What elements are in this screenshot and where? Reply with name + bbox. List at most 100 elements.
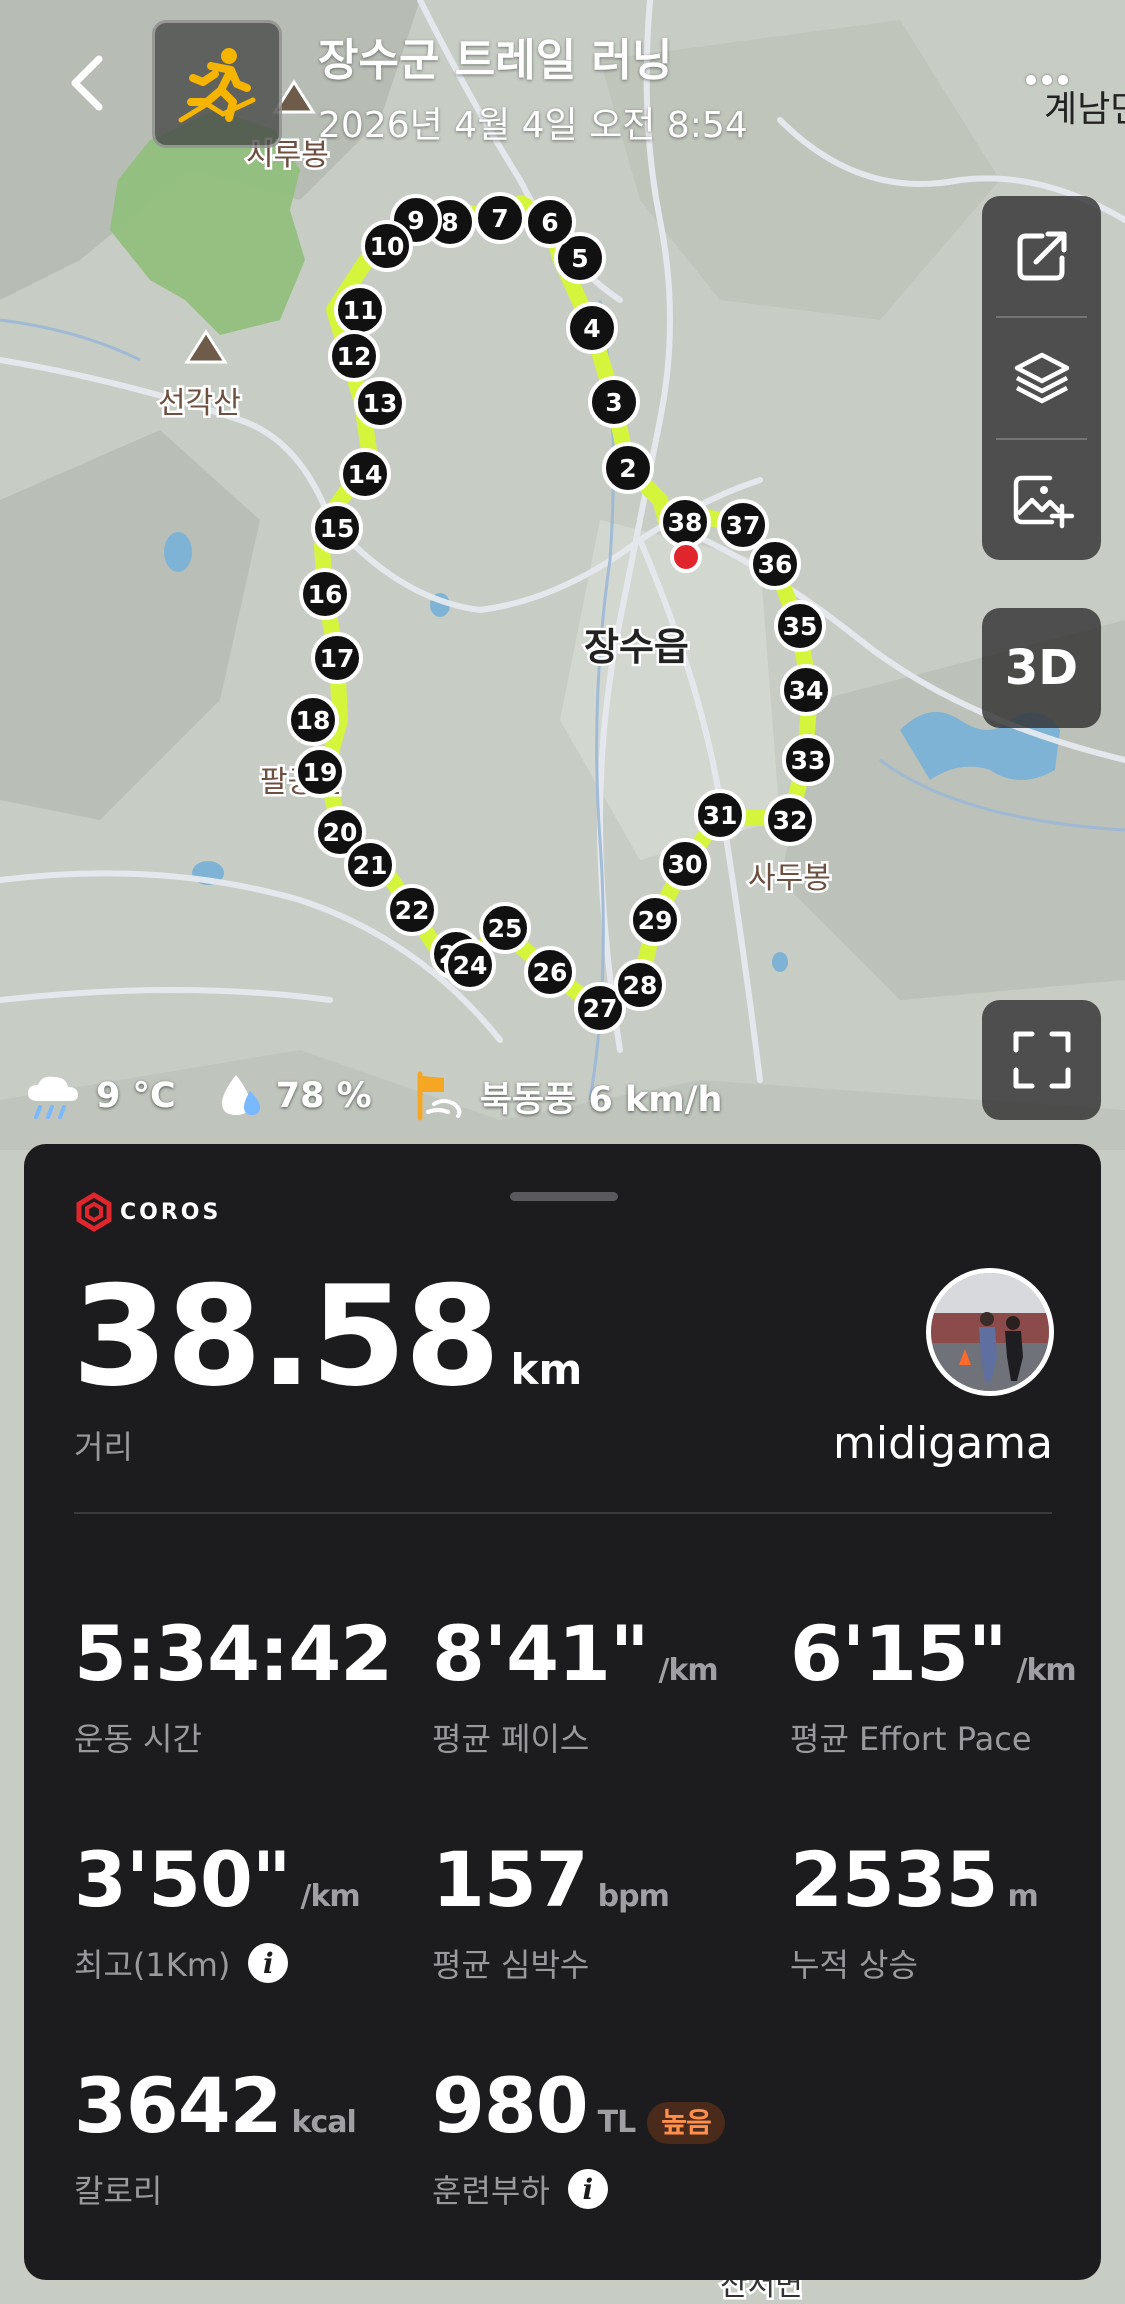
wind-value: 북동풍 6 km/h [479,1079,723,1120]
km-marker: 3 [588,376,640,428]
km-marker-label: 33 [791,746,826,775]
km-marker: 7 [474,192,526,244]
metric-elevation-gain: 2535 m 누적 상승 [790,1835,1039,1986]
km-marker-label: 12 [337,342,372,371]
km-marker-label: 16 [308,580,343,609]
fullscreen-button[interactable] [982,1000,1101,1120]
km-marker: 30 [659,838,711,890]
metric-value: 6'15" [790,1609,1008,1698]
km-marker: 28 [614,959,666,1011]
km-marker-label: 31 [703,801,738,830]
map-edge-label: 계남면 [1044,89,1125,130]
km-marker-label: 35 [783,612,818,641]
metric-value: 980 [432,2061,589,2150]
km-marker-label: 10 [370,232,405,261]
metric-label: 운동 시간 [74,1720,202,1758]
distance-value: 38.58 [72,1256,501,1417]
km-marker-label: 14 [348,460,383,489]
metric-unit: /km [300,1879,361,1914]
km-marker: 36 [749,538,801,590]
km-marker-label: 4 [583,314,600,343]
km-marker-label: 21 [353,851,388,880]
metric-effort-pace: 6'15"/km 평균 Effort Pace [790,1609,1077,1760]
brand-name: COROS [120,1199,222,1225]
place-label: 사두봉 [748,861,831,896]
avatar[interactable] [926,1268,1054,1396]
km-marker: 37 [717,499,769,551]
km-marker: 4 [566,302,618,354]
km-marker: 12 [328,330,380,382]
km-marker-label: 37 [726,511,761,540]
map-layers-button[interactable] [982,318,1101,438]
metric-calories: 3642 kcal 칼로리 [74,2068,357,2212]
temperature-value: 9 °C [96,1076,176,1116]
metric-label: 누적 상승 [790,1946,918,1984]
km-marker-label: 2 [619,454,636,483]
metric-training-load: 980 TL 높음 훈련부하 i [432,2068,725,2212]
divider [74,1512,1052,1514]
metric-label: 최고(1Km) [74,1946,231,1984]
brand-logo: COROS [74,1192,221,1232]
metric-avg-pace: 8'41"/km 평균 페이스 [432,1616,719,1760]
km-marker-label: 32 [773,806,808,835]
load-level-badge: 높음 [647,2102,725,2144]
add-photo-button[interactable] [982,440,1101,560]
km-marker: 13 [354,377,406,429]
km-marker-label: 24 [453,951,488,980]
km-marker: 34 [780,664,832,716]
add-photo-icon [1013,475,1074,529]
metric-unit: bpm [597,1879,670,1914]
km-marker: 11 [334,284,386,336]
metric-unit: m [1007,1879,1039,1914]
km-marker: 31 [694,789,746,841]
km-marker: 16 [299,568,351,620]
metric-duration: 5:34:42 운동 시간 [74,1609,393,1760]
metric-avg-hr: 157 bpm 평균 심박수 [432,1835,670,1986]
metric-value: 5:34:42 [74,1609,393,1698]
km-marker-label: 13 [363,389,398,418]
km-marker: 22 [386,884,438,936]
metric-unit: kcal [291,2105,357,2140]
metric-value: 2535 [790,1835,999,1924]
km-marker: 2 [602,442,654,494]
metric-label: 평균 Effort Pace [790,1720,1032,1758]
km-marker: 33 [782,734,834,786]
metric-unit: /km [658,1653,719,1688]
username[interactable]: midigama [833,1418,1053,1469]
metric-label: 칼로리 [74,2172,163,2210]
km-marker-label: 20 [323,818,358,847]
km-marker: 21 [344,839,396,891]
activity-type-icon[interactable] [152,20,282,148]
summary-card[interactable]: COROS 38.58 km 거리 midigama 5:34:42 운동 시간 … [24,1144,1101,2280]
place-label: 선각산 [158,386,241,421]
metric-value: 157 [432,1835,589,1924]
km-marker-label: 19 [303,758,338,787]
km-marker: 18 [287,694,339,746]
km-marker: 35 [774,600,826,652]
info-icon[interactable]: i [248,1943,289,1983]
fullscreen-icon [1013,1031,1070,1089]
km-marker-label: 38 [668,508,703,537]
place-label: 장수읍 [584,625,689,669]
humidity-icon [221,1075,260,1115]
km-marker: 26 [524,946,576,998]
trail-run-icon [178,48,256,123]
drag-handle[interactable] [510,1192,618,1201]
km-marker-label: 36 [758,550,793,579]
metric-label: 훈련부하 [432,2172,550,2210]
metric-label: 평균 심박수 [432,1946,590,1984]
km-marker-label: 11 [343,296,378,325]
km-marker-label: 8 [441,208,458,237]
km-marker: 14 [339,448,391,500]
info-icon[interactable]: i [567,2169,608,2209]
toggle-3d-button[interactable]: 3D [982,608,1101,728]
back-chevron-icon [71,55,103,111]
km-marker-label: 30 [668,850,703,879]
km-marker-label: 9 [407,206,424,235]
back-button[interactable] [52,48,122,118]
km-marker-label: 15 [320,514,355,543]
avatar-photo [931,1273,1049,1391]
share-button[interactable] [982,196,1101,316]
distance: 38.58 km [72,1256,582,1417]
humidity-value: 78 % [275,1076,372,1116]
